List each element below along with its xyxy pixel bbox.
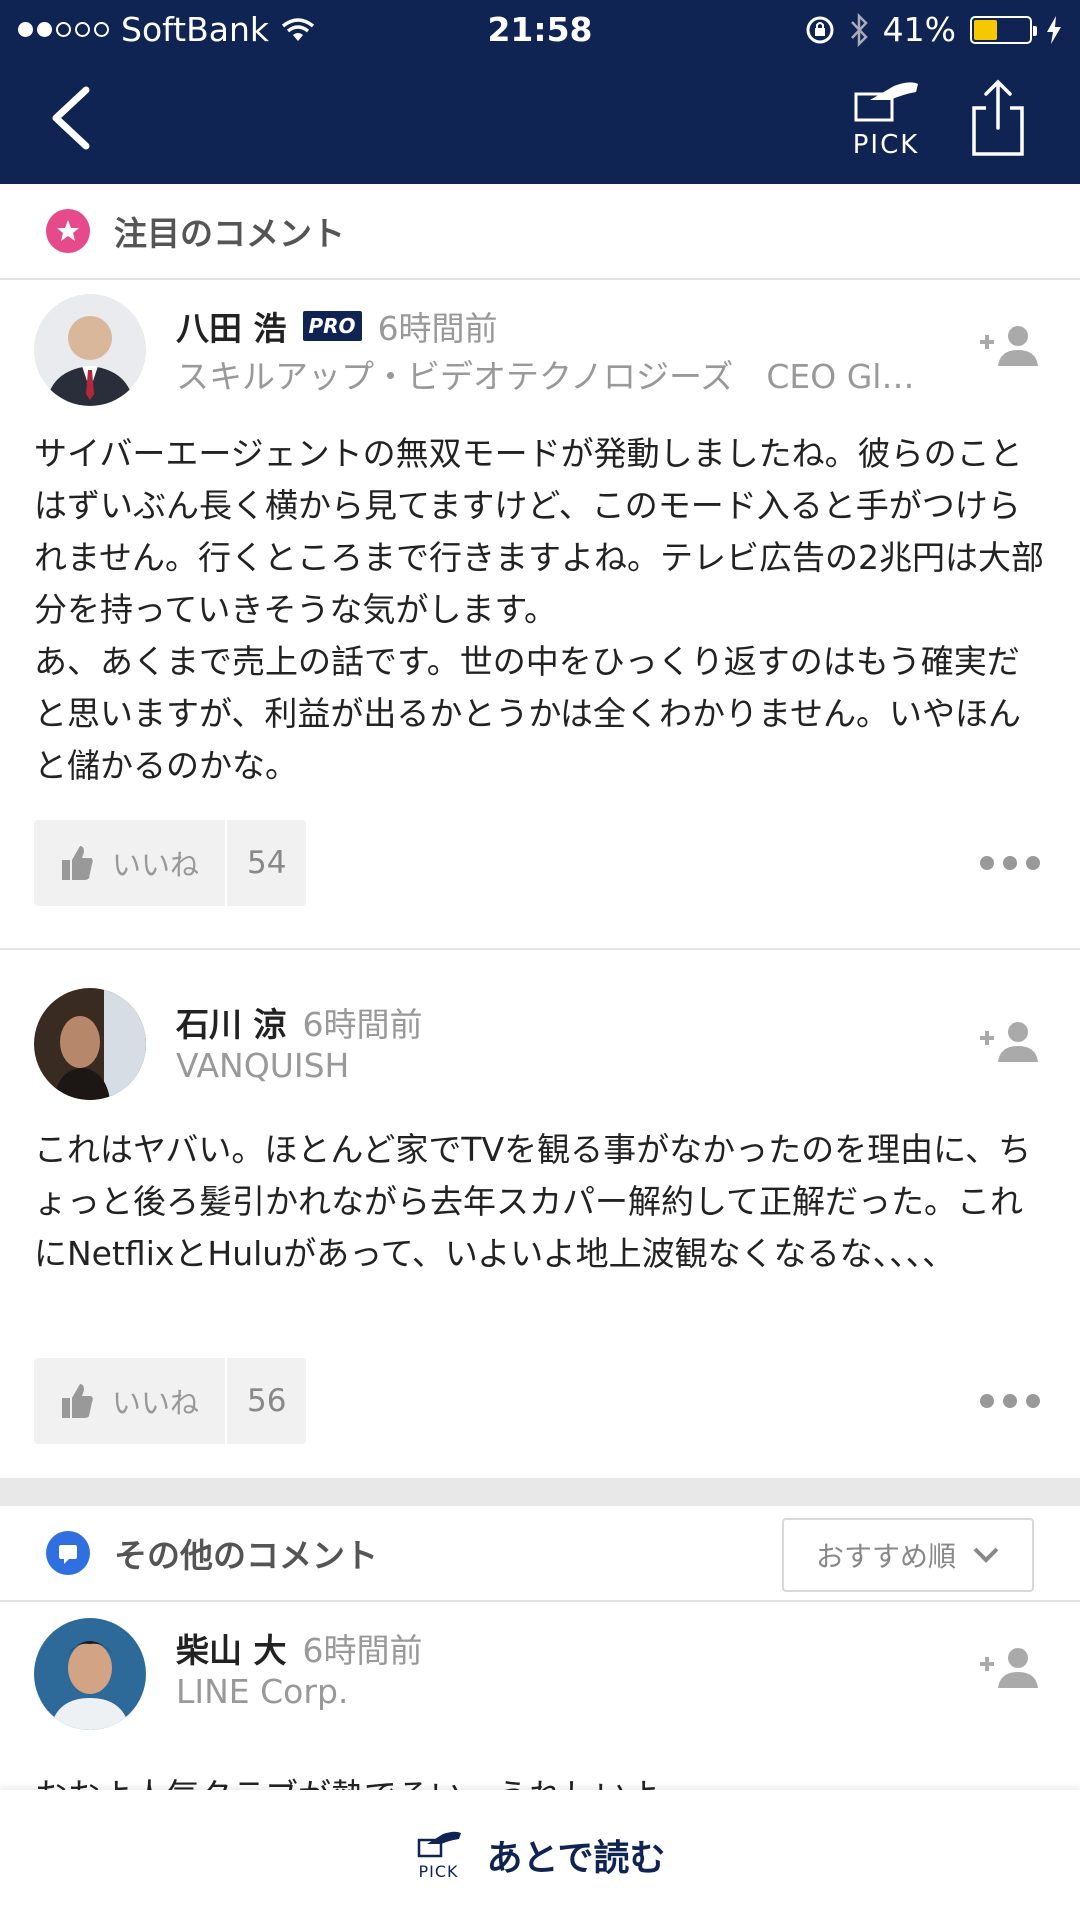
pick-icon: PICK [415,1830,463,1881]
sort-dropdown[interactable]: おすすめ順 [782,1518,1034,1592]
chevron-down-icon [973,1547,999,1563]
more-options-button[interactable] [980,856,1040,872]
section-title: 注目のコメント [114,214,345,253]
author-org: LINE Corp. [176,1672,349,1711]
avatar[interactable] [34,988,146,1100]
follow-button[interactable] [976,1644,1040,1692]
pick-label: PICK [852,130,920,160]
like-label: いいね [112,1386,200,1420]
star-icon [46,209,90,253]
section-title: その他のコメント [114,1536,378,1575]
like-count: 56 [247,1383,287,1419]
read-later-bar[interactable]: PICK あとで読む [0,1790,1080,1920]
battery-icon [970,15,1037,44]
add-user-icon [980,326,1038,366]
chevron-left-icon [52,86,90,150]
avatar[interactable] [34,1618,146,1730]
like-button[interactable]: いいね 56 [34,1358,307,1444]
author-name[interactable]: 石川 涼 [176,998,287,1046]
bluetooth-icon [850,12,868,47]
battery-percent: 41% [882,10,956,49]
read-later-button[interactable]: あとで読む [487,1829,666,1881]
featured-comments-header: 注目のコメント [0,184,1080,280]
time-ago: 6時間前 [302,1631,423,1670]
other-comments-header: その他のコメント おすすめ順 [0,1506,1080,1602]
charging-icon [1047,15,1061,44]
add-user-icon [980,1022,1038,1062]
author-name[interactable]: 柴山 大 [176,1624,287,1672]
comment-body-preview: おおよ人気タラブが熱でるい、うれしいよ [34,1770,1034,1790]
comment-body: これはヤバい。ほとんど家でTVを観る事がなかったのを理由に、ちょっと後ろ髪引かれ… [34,1130,1032,1273]
like-button[interactable]: いいね 54 [34,820,307,906]
avatar[interactable] [34,294,146,406]
author-org: スキルアップ・ビデオテクノロジーズ CEO Gl… [176,357,915,396]
time-ago: 6時間前 [377,309,498,348]
follow-button[interactable] [976,1018,1040,1066]
back-button[interactable] [48,86,108,156]
author-org: VANQUISH [176,1046,350,1085]
add-user-icon [980,1648,1038,1688]
thumbs-up-icon [62,1384,93,1418]
like-label: いいね [112,848,200,882]
share-icon [972,79,1024,156]
pick-icon [854,82,918,122]
like-count: 54 [247,845,287,881]
pro-badge: PRO [302,311,362,341]
status-bar: SoftBank 21:58 41% [0,0,1080,58]
pick-button[interactable]: PICK [846,80,926,160]
comment-body: サイバーエージェントの無双モードが発動しましたね。彼らのことはずいぶん長く横から… [34,434,1045,785]
follow-button[interactable] [976,322,1040,370]
thumbs-up-icon [62,846,93,880]
comment-icon [46,1531,90,1575]
sort-label: おすすめ順 [815,1540,956,1573]
rotation-lock-icon [806,16,834,43]
author-name[interactable]: 八田 浩 [176,302,287,350]
top-bar: SoftBank 21:58 41% PICK [0,0,1080,184]
time-ago: 6時間前 [302,1005,423,1044]
section-separator [0,1478,1080,1506]
pick-mini-label: PICK [418,1861,459,1881]
share-button[interactable] [968,78,1030,158]
more-options-button[interactable] [980,1394,1040,1410]
divider [0,948,1080,950]
